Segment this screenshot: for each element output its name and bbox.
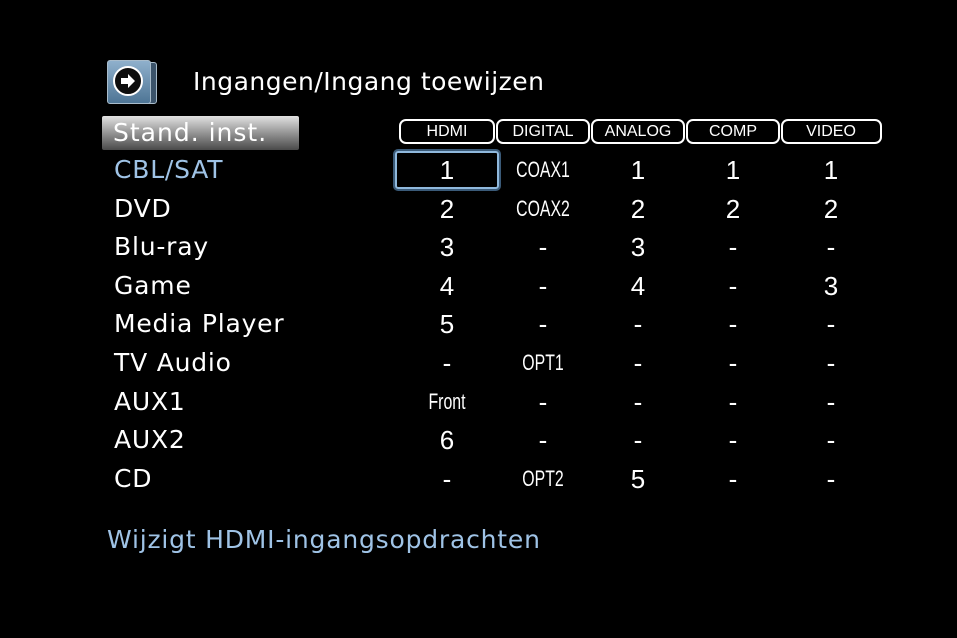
default-button[interactable]: Stand. inst. [102,116,299,150]
assignment-cell-video[interactable]: 2 [786,190,876,228]
assignment-cell-digital[interactable]: - [498,305,588,343]
menu-arrow-icon [107,58,157,104]
assignment-cell-analog[interactable]: - [593,421,683,459]
assignment-cell-comp[interactable]: - [688,383,778,421]
source-label[interactable]: DVD [114,190,172,228]
assignment-cell-comp[interactable]: - [688,305,778,343]
assignment-cell-comp[interactable]: - [688,421,778,459]
source-label[interactable]: CD [114,460,152,498]
assignment-cell-digital[interactable]: OPT1 [511,344,576,382]
source-label[interactable]: TV Audio [114,344,232,382]
source-label[interactable]: Game [114,267,192,305]
assignment-cell-analog[interactable]: 1 [593,151,683,189]
assignment-cell-analog[interactable]: - [593,344,683,382]
assignment-cell-hdmi[interactable]: 3 [402,228,492,266]
column-header-comp: COMP [686,119,780,144]
source-label[interactable]: Media Player [114,305,284,343]
assignment-cell-digital[interactable]: - [498,383,588,421]
assignment-cell-comp[interactable]: - [688,228,778,266]
assignment-cell-analog[interactable]: 5 [593,460,683,498]
assignment-cell-hdmi[interactable]: - [402,460,492,498]
assignment-cell-hdmi[interactable]: 4 [402,267,492,305]
assignment-cell-digital[interactable]: - [498,228,588,266]
assignment-cell-video[interactable]: 3 [786,267,876,305]
assignment-cell-analog[interactable]: 4 [593,267,683,305]
column-header-digital: DIGITAL [496,119,590,144]
assignment-cell-comp[interactable]: 1 [688,151,778,189]
assignment-cell-hdmi[interactable]: 6 [402,421,492,459]
assignment-cell-hdmi[interactable]: Front [415,383,480,421]
assignment-cell-hdmi[interactable]: - [402,344,492,382]
source-label[interactable]: AUX1 [114,383,186,421]
assignment-cell-digital[interactable]: COAX1 [511,151,576,189]
assignment-cell-comp[interactable]: - [688,267,778,305]
column-header-analog: ANALOG [591,119,685,144]
assignment-cell-analog[interactable]: 3 [593,228,683,266]
page-title: Ingangen/Ingang toewijzen [193,66,545,96]
assignment-cell-video[interactable]: 1 [786,151,876,189]
column-header-hdmi: HDMI [399,119,495,144]
header: Ingangen/Ingang toewijzen [107,58,545,104]
assignment-cell-video[interactable]: - [786,305,876,343]
assignment-cell-comp[interactable]: - [688,344,778,382]
assignment-cell-digital[interactable]: OPT2 [511,460,576,498]
assignment-cell-hdmi[interactable]: 2 [402,190,492,228]
assignment-cell-video[interactable]: - [786,421,876,459]
assignment-cell-digital[interactable]: - [498,267,588,305]
assignment-cell-hdmi[interactable]: 1 [395,151,499,189]
assignment-cell-comp[interactable]: - [688,460,778,498]
assignment-cell-analog[interactable]: - [593,305,683,343]
help-text: Wijzigt HDMI-ingangsopdrachten [107,525,541,554]
assignment-cell-digital[interactable]: - [498,421,588,459]
assignment-cell-video[interactable]: - [786,383,876,421]
source-label[interactable]: AUX2 [114,421,186,459]
assignment-cell-video[interactable]: - [786,344,876,382]
source-label[interactable]: CBL/SAT [114,151,223,189]
assignment-cell-hdmi[interactable]: 5 [402,305,492,343]
assignment-cell-video[interactable]: - [786,228,876,266]
assignment-cell-analog[interactable]: - [593,383,683,421]
assignment-cell-comp[interactable]: 2 [688,190,778,228]
column-header-video: VIDEO [780,119,882,144]
assignment-cell-analog[interactable]: 2 [593,190,683,228]
source-label[interactable]: Blu-ray [114,228,209,266]
assignment-cell-digital[interactable]: COAX2 [511,190,576,228]
assignment-cell-video[interactable]: - [786,460,876,498]
